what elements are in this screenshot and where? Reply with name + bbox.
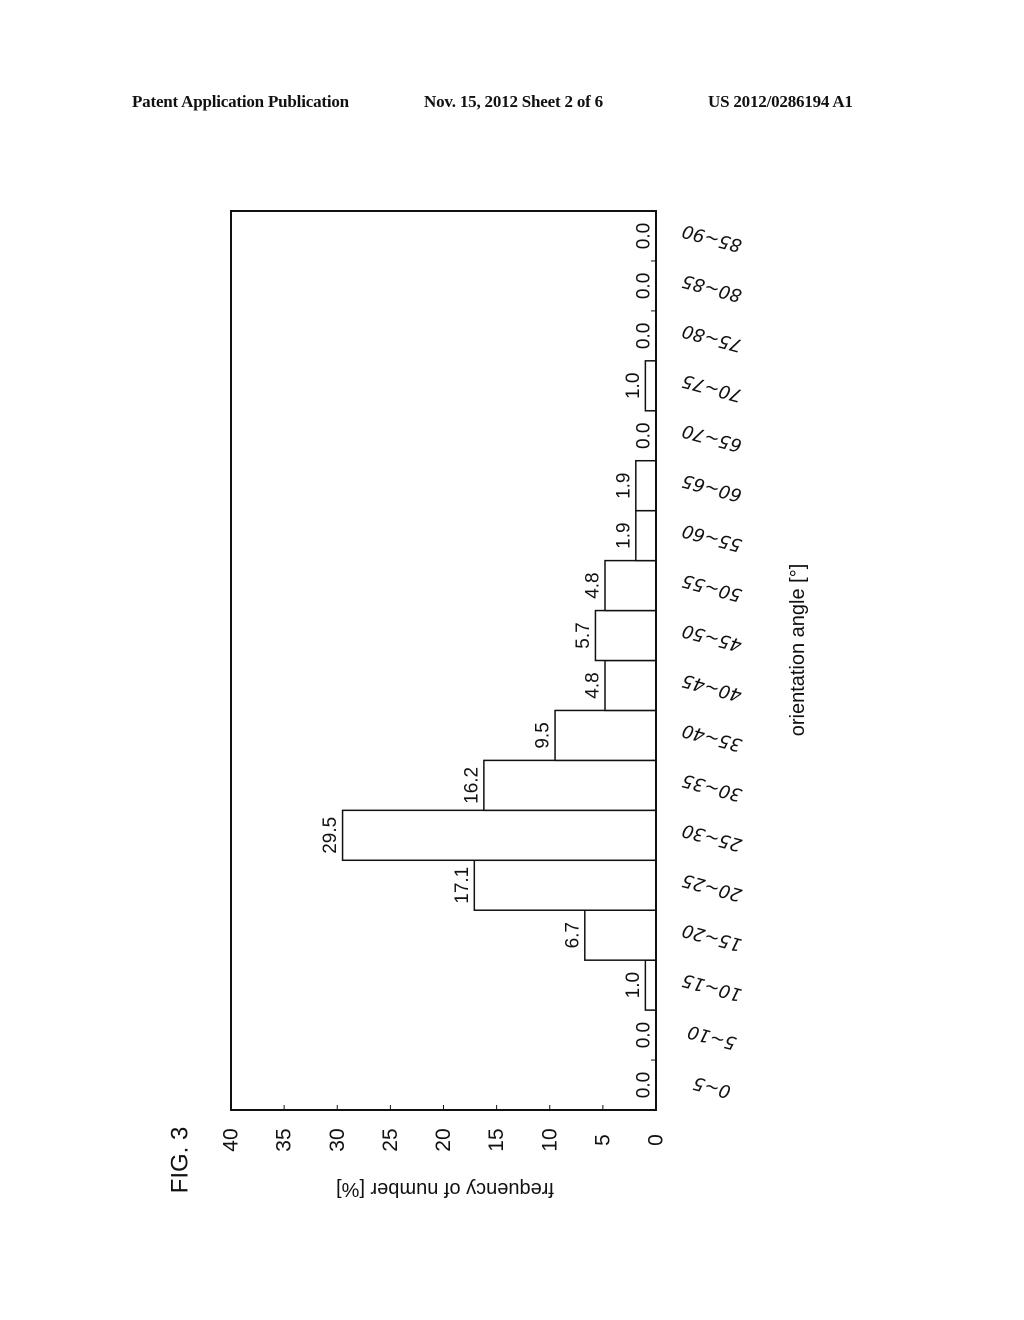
data-label: 6.7 (562, 922, 583, 948)
category-label: 80~85 (680, 270, 744, 306)
data-label: 5.7 (573, 622, 594, 648)
value-tick-label: 0 (645, 1134, 668, 1146)
category-label: 70~75 (680, 370, 744, 406)
labels-layer: 0.0 0~5 0.0 5~10 1.0 10~15 6.7 15~20 17.1 20~25 29… (220, 220, 745, 1152)
data-label: 17.1 (452, 867, 473, 904)
category-label: 55~60 (680, 520, 744, 556)
bar-40~45 (604, 659, 657, 712)
category-label: 5~10 (685, 1021, 738, 1054)
value-tick-label: 30 (326, 1128, 349, 1151)
data-label: 4.8 (583, 572, 604, 598)
category-label: 75~80 (680, 320, 744, 356)
figure-label: FIG. 3 (167, 1127, 194, 1194)
bar-45~50 (594, 609, 657, 662)
category-label: 35~40 (680, 719, 744, 755)
value-axis-title: frequency of number [%] (336, 1178, 554, 1200)
data-label: 0.0 (634, 323, 655, 349)
histogram-chart: 0.0 0~5 0.0 5~10 1.0 10~15 6.7 15~20 17.1 20~25 29… (167, 210, 809, 1200)
bar-20~25 (473, 859, 657, 911)
data-label: 16.2 (461, 767, 482, 804)
bar-15~20 (584, 909, 657, 961)
bar-10~15 (644, 959, 657, 1011)
bar-55~60 (635, 509, 657, 562)
category-label: 45~50 (680, 620, 744, 656)
bar-50~55 (604, 559, 657, 612)
bars-layer (341, 360, 657, 1011)
data-label: 0.0 (634, 273, 655, 299)
data-label: 4.8 (583, 672, 604, 698)
data-label: 0.0 (634, 1022, 655, 1048)
value-tick-label: 35 (273, 1128, 296, 1151)
plot-frame (230, 210, 657, 1111)
category-label: 25~30 (680, 819, 744, 855)
category-label: 10~15 (680, 969, 744, 1005)
value-tick-label: 20 (432, 1128, 455, 1151)
data-label: 1.9 (613, 472, 634, 498)
category-label: 85~90 (680, 220, 744, 256)
data-label: 29.5 (320, 817, 341, 854)
category-label: 40~45 (680, 669, 744, 705)
category-label: 30~35 (680, 769, 744, 805)
bar-70~75 (644, 360, 657, 412)
category-label: 20~25 (680, 869, 744, 905)
category-label: 0~5 (691, 1072, 733, 1102)
data-label: 9.5 (533, 722, 554, 748)
value-tick-label: 15 (485, 1128, 508, 1151)
data-label: 0.0 (634, 1072, 655, 1098)
value-tick-label: 40 (220, 1128, 243, 1151)
category-label: 50~55 (680, 570, 744, 606)
bar-25~30 (341, 809, 657, 862)
category-label: 65~70 (680, 420, 744, 456)
value-tick-label: 25 (379, 1128, 402, 1151)
data-label: 0.0 (634, 223, 655, 249)
value-tick-label: 5 (591, 1134, 614, 1146)
category-axis-title: orientation angle [°] (787, 564, 809, 737)
category-label: 15~20 (680, 919, 744, 955)
category-label: 60~65 (680, 470, 744, 506)
data-label: 1.9 (613, 522, 634, 548)
bar-35~40 (554, 709, 657, 762)
data-label: 1.0 (623, 373, 644, 399)
value-tick-label: 10 (538, 1128, 561, 1151)
bar-30~35 (483, 759, 657, 812)
data-label: 0.0 (634, 423, 655, 449)
bar-60~65 (635, 459, 657, 512)
data-label: 1.0 (623, 972, 644, 998)
